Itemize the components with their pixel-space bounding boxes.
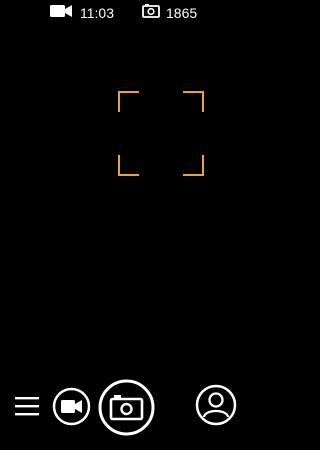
video-camera-icon — [52, 387, 91, 431]
video-camera-icon — [50, 4, 74, 23]
video-time-label: 11:03 — [80, 5, 114, 21]
photo-camera-icon — [142, 3, 160, 23]
shutter-button[interactable] — [98, 379, 155, 441]
photo-count-label: 1865 — [166, 5, 198, 21]
camera-viewfinder[interactable]: 11:03 1865 — [0, 0, 253, 450]
user-icon — [195, 384, 237, 431]
video-time-indicator: 11:03 — [50, 3, 114, 23]
video-mode-button[interactable] — [52, 387, 91, 431]
menu-button[interactable] — [13, 395, 41, 421]
camera-controls — [0, 378, 253, 440]
profile-button[interactable] — [195, 384, 237, 431]
focus-frame — [118, 91, 204, 176]
photo-count-indicator: 1865 — [142, 3, 197, 23]
status-bar: 11:03 1865 — [0, 3, 253, 23]
photo-camera-icon — [98, 379, 155, 441]
hamburger-menu-icon — [14, 395, 40, 422]
